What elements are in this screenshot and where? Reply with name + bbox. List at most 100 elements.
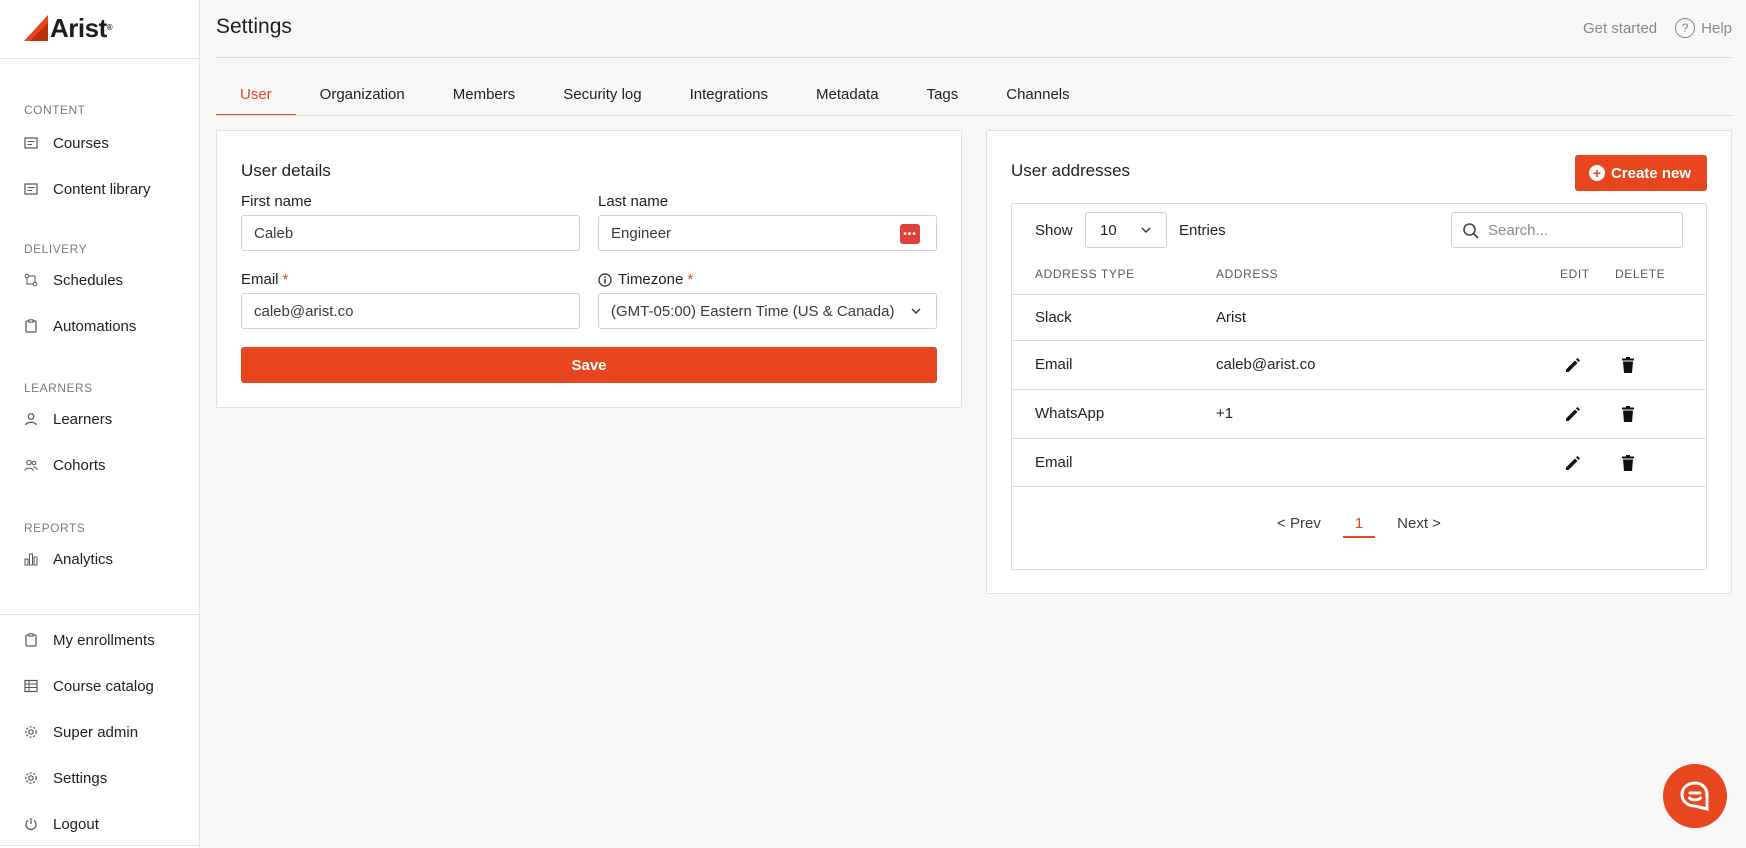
get-started-link[interactable]: Get started [1583, 20, 1657, 37]
sidebar-item-logout[interactable]: Logout [24, 812, 99, 836]
trash-icon[interactable] [1618, 404, 1638, 424]
sidebar-item-super-admin[interactable]: Super admin [24, 720, 138, 744]
email-label-text: Email [241, 271, 279, 288]
gear-icon [24, 725, 38, 739]
address-type-cell: WhatsApp [1035, 405, 1105, 422]
logo-mark-icon [24, 15, 48, 41]
timezone-label-text: Timezone [618, 271, 684, 288]
help-icon: ? [1675, 18, 1696, 38]
edit-icon[interactable] [1563, 355, 1583, 375]
address-cell: caleb@arist.co [1216, 356, 1316, 373]
sidebar-item-label: Settings [53, 769, 108, 787]
create-new-label: Create new [1610, 164, 1691, 182]
user-addresses-title: User addresses [1011, 161, 1131, 180]
email-value: caleb@arist.co [254, 302, 354, 320]
sidebar-item-my-enrollments[interactable]: My enrollments [24, 628, 155, 652]
addresses-table: Show 10 Entries Search... ADDRESS TYPE A… [1011, 203, 1707, 570]
sidebar-item-label: Content library [53, 180, 151, 198]
last-name-value: Engineer [611, 224, 672, 242]
user-icon [24, 412, 38, 426]
sidebar-item-label: Course catalog [53, 677, 154, 695]
sidebar-item-content-library[interactable]: Content library [24, 177, 151, 201]
sidebar-item-label: Schedules [53, 271, 124, 289]
tab-metadata[interactable]: Metadata [792, 84, 903, 116]
page-title: Settings [216, 15, 292, 38]
sidebar-item-automations[interactable]: Automations [24, 314, 136, 338]
divider [216, 115, 1732, 116]
user-addresses-card: User addresses + Create new Show 10 Entr… [986, 130, 1732, 594]
section-title-delivery: DELIVERY [24, 242, 88, 256]
timezone-select[interactable]: (GMT-05:00) Eastern Time (US & Canada) [598, 293, 937, 329]
pagination: < Prev 1 Next > [1012, 515, 1706, 538]
divider [216, 57, 1732, 58]
sidebar-item-label: Courses [53, 134, 109, 152]
tab-tags[interactable]: Tags [903, 84, 983, 116]
column-header-address-type: ADDRESS TYPE [1035, 267, 1135, 281]
trash-icon[interactable] [1618, 355, 1638, 375]
course-icon [24, 136, 38, 150]
entries-select[interactable]: 10 [1085, 212, 1167, 248]
top-links: Get started ? Help [1583, 18, 1732, 38]
arist-logo[interactable]: Arist® [24, 13, 113, 43]
email-label: Email * [241, 271, 288, 288]
info-icon[interactable] [598, 272, 612, 287]
user-details-card: User details First name Caleb Last name … [216, 130, 962, 408]
tab-members[interactable]: Members [429, 84, 540, 116]
sidebar-item-label: Logout [53, 815, 99, 833]
gear-icon [24, 771, 38, 785]
tab-integrations[interactable]: Integrations [666, 84, 792, 116]
sidebar-item-label: Cohorts [53, 456, 106, 474]
sidebar-item-cohorts[interactable]: Cohorts [24, 453, 106, 477]
email-field[interactable]: caleb@arist.co [241, 293, 580, 329]
chat-support-button[interactable] [1663, 764, 1727, 828]
tab-user[interactable]: User [216, 84, 296, 116]
sidebar-item-label: Learners [53, 410, 113, 428]
sidebar-item-settings[interactable]: Settings [24, 766, 107, 790]
search-input[interactable]: Search... [1451, 212, 1683, 248]
create-new-button[interactable]: + Create new [1574, 155, 1707, 191]
sidebar-item-learners[interactable]: Learners [24, 407, 112, 431]
timezone-value: (GMT-05:00) Eastern Time (US & Canada) [611, 302, 895, 320]
section-title-content: CONTENT [24, 103, 86, 117]
last-name-label: Last name [598, 193, 669, 210]
logo-wordmark: Arist® [50, 13, 113, 43]
edit-icon[interactable] [1563, 453, 1583, 473]
last-name-field[interactable]: Engineer ••• [598, 215, 937, 251]
plus-icon: + [1588, 165, 1605, 181]
prev-page-button[interactable]: < Prev [1277, 515, 1321, 532]
trash-icon[interactable] [1618, 453, 1638, 473]
sidebar-item-label: My enrollments [53, 631, 155, 649]
sidebar-item-course-catalog[interactable]: Course catalog [24, 674, 154, 698]
sidebar-item-label: Super admin [53, 723, 139, 741]
search-icon [1463, 223, 1479, 239]
first-name-field[interactable]: Caleb [241, 215, 580, 251]
sidebar-item-analytics[interactable]: Analytics [24, 547, 113, 571]
tab-organization[interactable]: Organization [296, 84, 429, 116]
group-icon [24, 458, 38, 472]
current-page[interactable]: 1 [1342, 515, 1376, 538]
table-row: WhatsApp +1 [1012, 389, 1706, 438]
password-manager-icon[interactable]: ••• [900, 224, 920, 244]
sidebar-item-courses[interactable]: Courses [24, 131, 109, 155]
column-header-delete: DELETE [1615, 267, 1666, 281]
help-link[interactable]: ? Help [1675, 18, 1732, 38]
settings-tabs: User Organization Members Security log I… [216, 84, 1094, 116]
required-marker: * [282, 271, 289, 288]
search-placeholder: Search... [1488, 221, 1549, 239]
chevron-down-icon [1141, 227, 1151, 233]
tab-security-log[interactable]: Security log [539, 84, 665, 116]
address-type-cell: Email [1035, 356, 1073, 373]
edit-icon[interactable] [1563, 404, 1583, 424]
entries-value: 10 [1100, 221, 1117, 239]
required-marker: * [687, 271, 694, 288]
divider [0, 845, 199, 846]
tab-channels[interactable]: Channels [982, 84, 1093, 116]
address-cell: Arist [1216, 309, 1246, 326]
next-page-button[interactable]: Next > [1397, 515, 1441, 532]
chart-icon [24, 552, 38, 566]
save-button[interactable]: Save [241, 347, 937, 383]
show-label: Show [1035, 222, 1073, 239]
table-row: Email caleb@arist.co [1012, 340, 1706, 389]
sidebar-item-schedules[interactable]: Schedules [24, 268, 123, 292]
column-header-address: ADDRESS [1216, 267, 1279, 281]
